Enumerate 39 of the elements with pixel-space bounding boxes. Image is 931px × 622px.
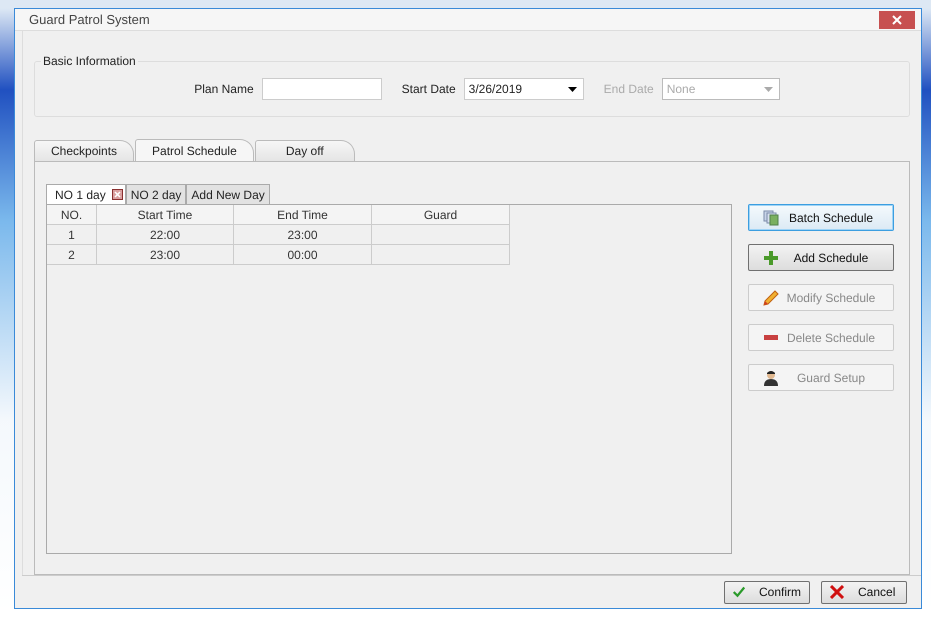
day-tab[interactable]: NO 1 day — [46, 184, 126, 204]
field-label: Start Date — [402, 82, 456, 96]
close-icon — [892, 14, 902, 25]
dialog-button[interactable]: Cancel — [821, 580, 907, 604]
checkmark-icon — [733, 585, 745, 600]
cross-icon — [830, 585, 844, 600]
table-cell: 2 — [47, 245, 97, 266]
caret-icon — [764, 86, 773, 92]
pencil-icon — [763, 290, 779, 306]
start-date-dropdown[interactable]: 3/26/2019 — [464, 78, 584, 100]
column-header: Start Time — [97, 205, 234, 226]
window-title: Guard Patrol System — [29, 12, 150, 28]
day-tab[interactable]: Add New Day — [186, 184, 270, 204]
plus-icon — [764, 250, 778, 265]
table-cell: 23:00 — [97, 245, 234, 266]
person-icon — [764, 370, 778, 386]
dialog-button[interactable]: Confirm — [724, 580, 810, 604]
caret-icon — [568, 86, 577, 92]
day-tab[interactable]: NO 2 day — [126, 184, 186, 204]
column-header: NO. — [47, 205, 97, 226]
table-cell: 1 — [47, 225, 97, 246]
plan-name-field[interactable] — [262, 78, 382, 100]
table-cell: 00:00 — [234, 245, 372, 266]
action-button[interactable]: Batch Schedule — [748, 204, 894, 232]
action-button[interactable]: Add Schedule — [748, 244, 894, 272]
column-header: Guard — [372, 205, 510, 226]
column-header: End Time — [234, 205, 372, 226]
close-icon — [112, 189, 123, 200]
stacked-pages-icon — [763, 210, 779, 226]
table-cell: 22:00 — [97, 225, 234, 246]
minus-icon — [764, 335, 778, 340]
group-title: Basic Information — [41, 54, 138, 68]
tab[interactable]: Day off — [254, 140, 355, 162]
field-label: End Date — [604, 82, 654, 96]
close-button[interactable] — [879, 10, 915, 29]
tab[interactable]: Patrol Schedule — [135, 139, 254, 162]
field-label: Plan Name — [194, 82, 254, 96]
tab[interactable]: Checkpoints — [34, 140, 134, 162]
table-cell: 23:00 — [234, 225, 372, 246]
